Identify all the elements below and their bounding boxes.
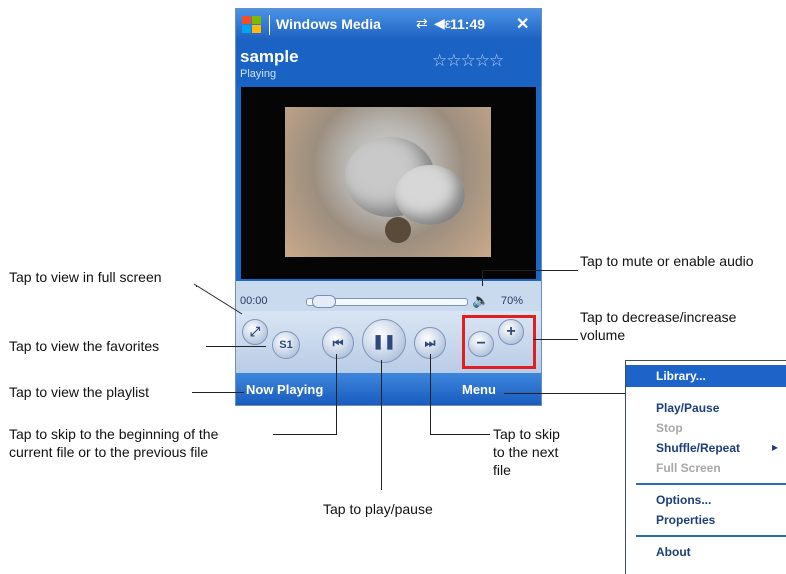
callout-next-line3: file — [493, 462, 511, 478]
submenu-arrow-icon: ▸ — [772, 440, 779, 454]
callout-mute: Tap to mute or enable audio — [580, 253, 754, 269]
callout-previous-line2: current file or to the previous file — [9, 444, 209, 460]
speaker-icon[interactable]: ◀ε — [434, 15, 451, 32]
volume-percent: 70% — [501, 295, 524, 307]
callout-previous-line1: Tap to skip to the beginning of the — [9, 426, 219, 442]
leader-mute-h — [482, 270, 578, 271]
dog-image-ear — [395, 165, 465, 225]
menu-item-shuffle-repeat[interactable]: Shuffle/Repeat — [656, 441, 740, 455]
video-area[interactable] — [241, 87, 536, 279]
windows-media-player-device: Windows Media ⇄ ◀ε 11:49 ✕ sample Playin… — [235, 8, 542, 406]
mute-icon[interactable]: 🔈 — [472, 292, 489, 309]
callout-next-line1: Tap to skip — [493, 426, 560, 442]
leader-menu — [504, 393, 626, 394]
connectivity-icon[interactable]: ⇄ — [416, 15, 428, 32]
callout-volume-line1: Tap to decrease/increase — [580, 309, 737, 325]
favorites-button[interactable]: S1 — [272, 331, 300, 359]
dog-image-snout — [385, 217, 411, 243]
windows-flag-icon[interactable] — [242, 16, 264, 34]
leader-playlist — [192, 392, 244, 393]
leader-volume — [533, 339, 578, 340]
leader-favorites — [206, 346, 266, 347]
title-separator — [269, 15, 270, 35]
close-button[interactable]: ✕ — [516, 14, 529, 34]
leader-next-h — [430, 434, 490, 435]
callout-volume-line2: volume — [580, 327, 626, 343]
callout-playlist: Tap to view the playlist — [9, 384, 150, 400]
leader-previous-v — [336, 354, 337, 435]
menu-item-stop[interactable]: Stop — [656, 421, 683, 435]
leader-previous-h — [273, 434, 337, 435]
now-playing-softkey[interactable]: Now Playing — [246, 382, 323, 397]
playback-status: Playing — [240, 68, 277, 80]
title-bar: Windows Media ⇄ ◀ε 11:49 ✕ — [236, 9, 541, 41]
menu-item-options[interactable]: Options... — [656, 493, 711, 507]
menu-item-library[interactable]: Library... — [656, 369, 706, 383]
leader-fullscreen — [193, 283, 243, 315]
volume-highlight-box — [462, 315, 536, 369]
previous-button[interactable]: ⏮ — [322, 327, 354, 359]
app-title: Windows Media — [276, 16, 381, 32]
menu-separator — [636, 535, 786, 537]
rating-stars[interactable]: ☆☆☆☆☆ — [432, 51, 504, 71]
context-menu: Library... Play/Pause Stop Shuffle/Repea… — [625, 360, 786, 574]
soft-key-bar: Now Playing Menu — [236, 373, 541, 405]
menu-separator — [636, 483, 786, 485]
callout-next-line2: to the next — [493, 444, 559, 460]
video-frame — [285, 107, 491, 257]
menu-item-properties[interactable]: Properties — [656, 513, 715, 527]
callout-favorites: Tap to view the favorites — [9, 338, 160, 354]
menu-item-about[interactable]: About — [656, 545, 691, 559]
leader-next-v — [430, 354, 431, 435]
fullscreen-button[interactable]: ⤢ — [242, 319, 268, 345]
callout-playpause: Tap to play/pause — [323, 501, 433, 517]
seek-thumb[interactable] — [312, 295, 336, 308]
song-title: sample — [240, 47, 299, 66]
menu-selection-highlight — [626, 365, 786, 387]
callout-fullscreen: Tap to view in full screen — [9, 269, 162, 285]
clock: 11:49 — [450, 16, 486, 32]
menu-item-play-pause[interactable]: Play/Pause — [656, 401, 719, 415]
seek-bar-area: 00:00 🔈 70% — [236, 281, 541, 311]
leader-mute-v — [482, 270, 483, 286]
play-pause-button[interactable]: ❚❚ — [362, 319, 406, 363]
now-playing-header: sample Playing ☆☆☆☆☆ — [236, 41, 541, 87]
menu-softkey[interactable]: Menu — [462, 382, 496, 397]
leader-playpause — [381, 360, 382, 490]
menu-item-full-screen[interactable]: Full Screen — [656, 461, 721, 475]
